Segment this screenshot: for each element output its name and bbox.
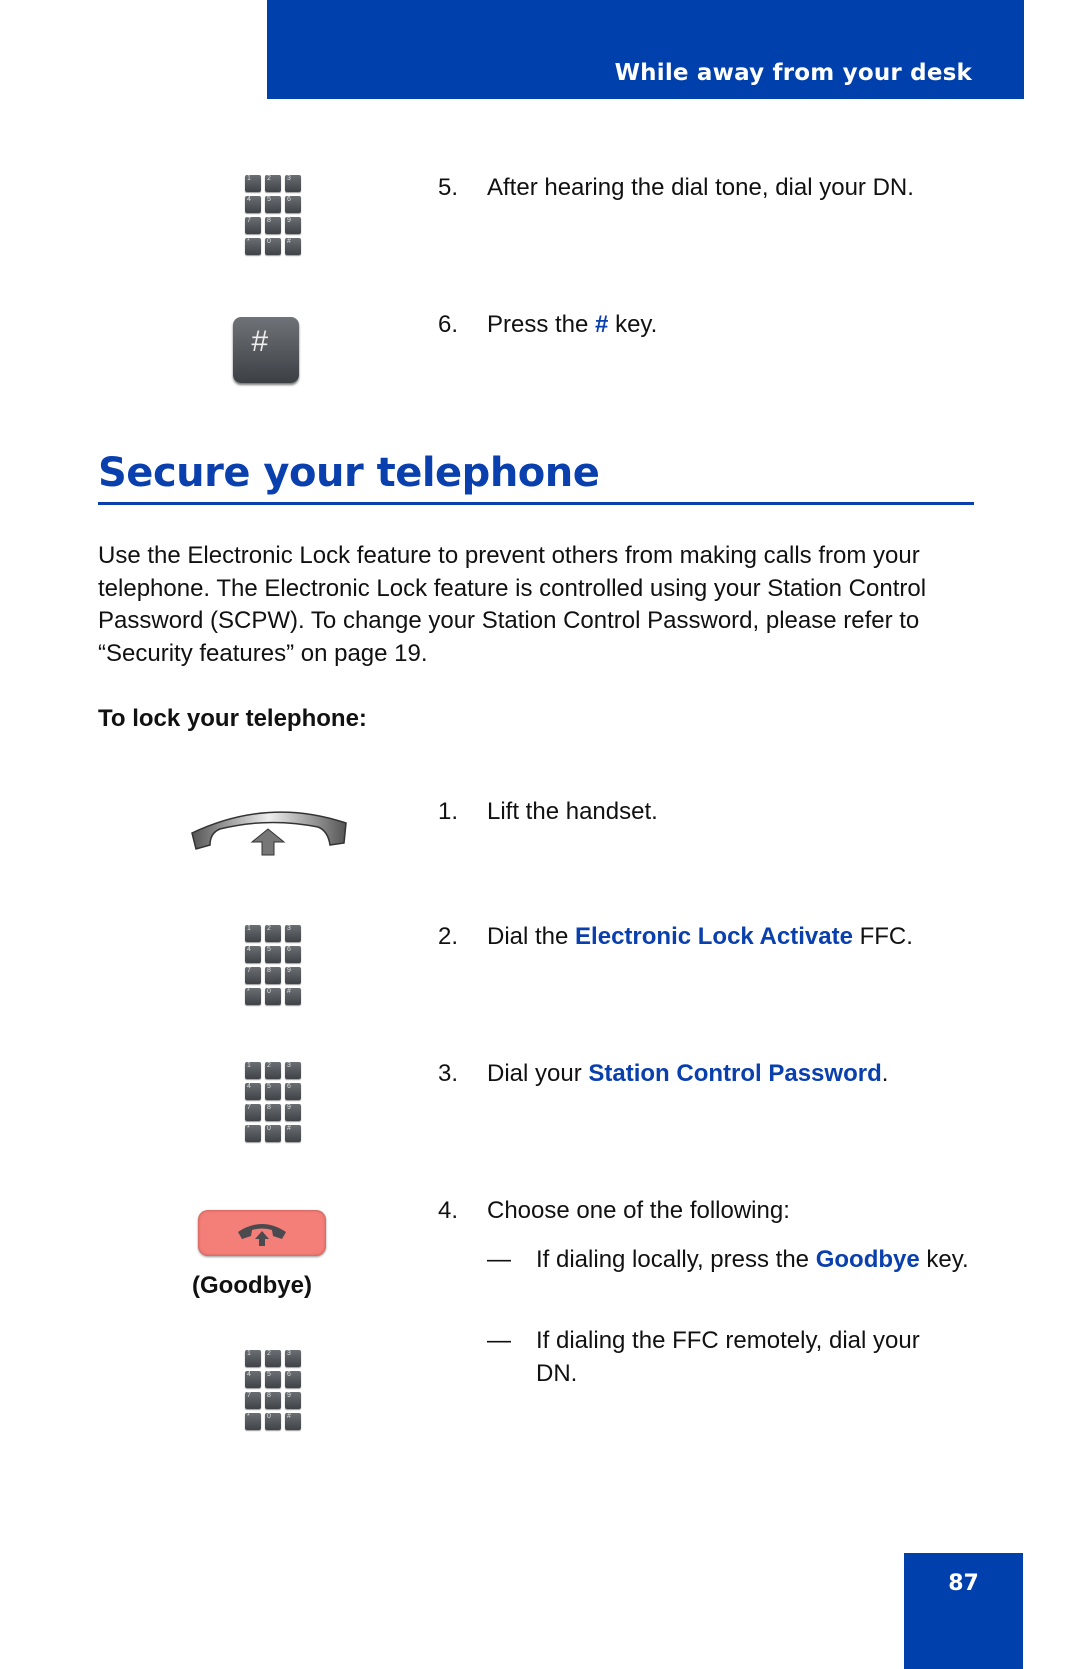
page-number-box: 87 <box>904 1553 1023 1669</box>
goodbye-highlight: Goodbye <box>815 1246 920 1273</box>
lock-step-1: 1. Lift the handset. <box>438 798 658 825</box>
lock-step-3: 3. Dial your Station Control Password. <box>438 1060 889 1087</box>
step-5: 5. After hearing the dial tone, dial your… <box>438 174 914 201</box>
keypad-icon: 123 456 789 * 0 # <box>245 1350 301 1430</box>
intro-paragraph: Use the Electronic Lock feature to preve… <box>98 542 927 667</box>
lift-handset-icon <box>188 805 350 862</box>
procedure-subheading: To lock your telephone: <box>98 705 367 732</box>
hang-up-icon <box>238 1224 286 1246</box>
keypad-icon: 123 456 789 * 0 # <box>245 1062 301 1142</box>
heading-rule <box>98 502 974 505</box>
option-remote: — If dialing the FFC remotely, dial your… <box>487 1327 920 1387</box>
option-local: — If dialing locally, press the Goodbye … <box>487 1246 969 1273</box>
step-6: 6. Press the # key. <box>438 311 658 338</box>
hash-key-highlight: # <box>595 311 609 338</box>
lock-step-4: 4. Choose one of the following: <box>438 1197 790 1224</box>
section-title: While away from your desk <box>614 60 972 86</box>
hash-key-icon: # <box>233 317 299 383</box>
ffc-name-highlight: Electronic Lock Activate <box>575 923 853 950</box>
goodbye-key-icon <box>198 1210 326 1256</box>
password-highlight: Station Control Password <box>588 1060 882 1087</box>
keypad-icon: 123 456 789 * 0 # <box>245 925 301 1005</box>
page-number: 87 <box>948 1571 979 1596</box>
section-heading: Secure your telephone <box>98 450 600 496</box>
goodbye-label: (Goodbye) <box>192 1272 312 1299</box>
lock-step-2: 2. Dial the Electronic Lock Activate FFC. <box>438 923 913 950</box>
header-band: While away from your desk <box>267 0 1024 99</box>
keypad-icon: 123 456 789 * 0 # <box>245 175 301 255</box>
